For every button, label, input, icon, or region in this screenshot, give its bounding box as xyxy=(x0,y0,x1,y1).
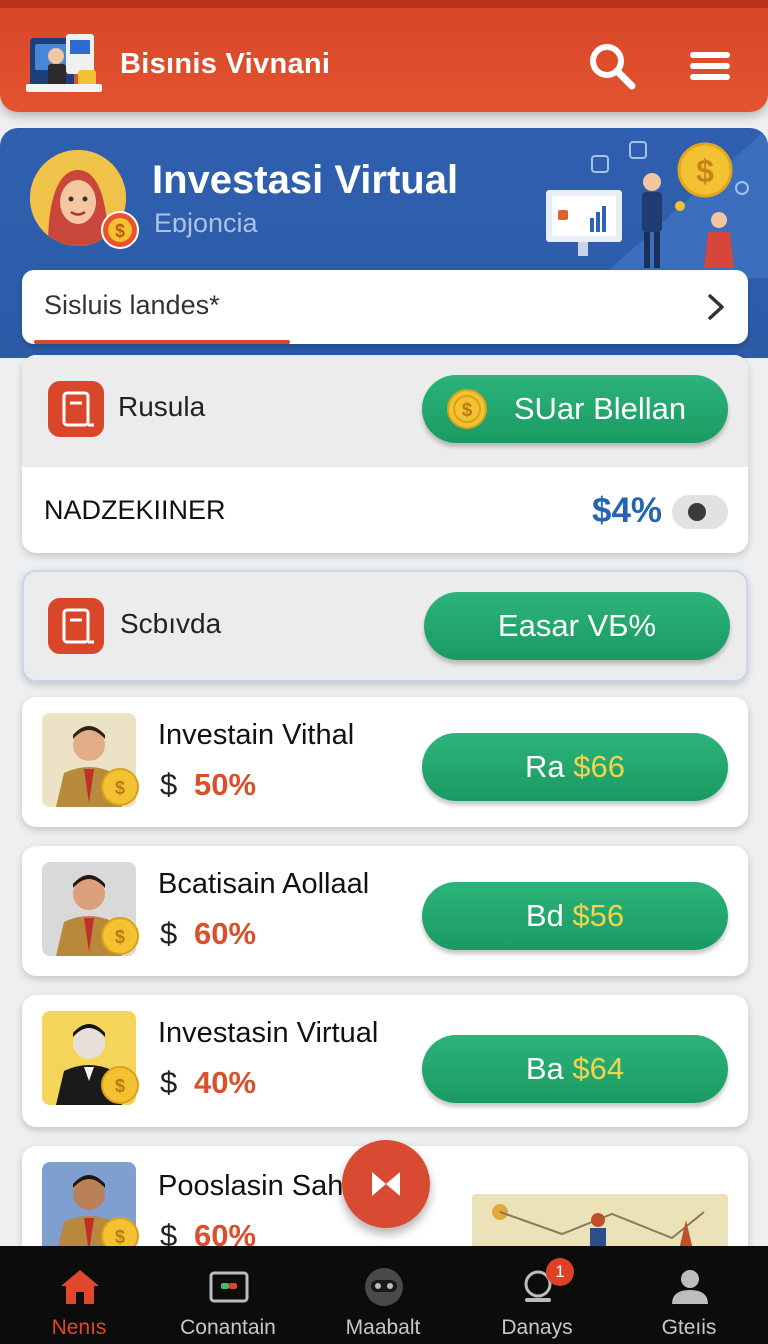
map-illustration-icon xyxy=(472,1194,728,1254)
svg-text:$: $ xyxy=(115,778,125,798)
currency-symbol: $ xyxy=(160,767,178,802)
buy-button[interactable]: Ra $66 xyxy=(422,733,728,801)
fast-forward-icon xyxy=(372,1172,400,1196)
bottom-navigation: Nenıs Conantain Maabalt 1 Danays Gteıis xyxy=(0,1246,768,1344)
setting-row-value: $4% xyxy=(592,491,663,530)
investment-illustration-icon: $ xyxy=(546,128,768,278)
buy-button-prefix: Ra xyxy=(525,749,565,784)
svg-text:$: $ xyxy=(115,1227,125,1247)
app-logo-icon xyxy=(26,34,102,92)
category-selector[interactable]: Sisluis landes* xyxy=(22,270,748,344)
selector-underline xyxy=(34,340,290,344)
nav-robot[interactable]: Maabalt xyxy=(308,1246,458,1344)
card-title: Rusula xyxy=(118,391,206,422)
investment-name: Pooslasin Sahl xyxy=(158,1170,350,1202)
buy-button[interactable]: Ba $64 xyxy=(422,1035,728,1103)
svg-text:$: $ xyxy=(115,1076,125,1096)
svg-text:$: $ xyxy=(462,400,473,421)
profile-icon xyxy=(672,1270,708,1304)
buy-button[interactable]: Bd $56 xyxy=(422,882,728,950)
nav-profile[interactable]: Gteıis xyxy=(614,1246,764,1344)
nav-label: Nenıs xyxy=(51,1316,107,1339)
buy-button-prefix: Bd xyxy=(525,898,564,933)
return-percent: 40% xyxy=(194,1065,257,1100)
nav-notifications[interactable]: 1 Danays xyxy=(462,1246,612,1344)
hamburger-menu-icon[interactable] xyxy=(684,40,736,92)
return-percent: 50% xyxy=(194,767,257,802)
notification-badge: 1 xyxy=(546,1258,574,1286)
card-title: Scbıvda xyxy=(120,608,222,639)
svg-text:$: $ xyxy=(115,927,125,947)
investment-card: $ Investain Vithal $ 50% Ra $66 xyxy=(22,697,748,827)
app-header: Bisınis Vivnani xyxy=(0,0,768,112)
setting-row-label: NADZEKIINER xyxy=(44,495,226,525)
book-icon xyxy=(48,381,104,437)
toggle-knob xyxy=(688,503,706,521)
buy-button-amount: $66 xyxy=(573,749,625,784)
nav-label: Maabalt xyxy=(345,1316,421,1339)
investment-card: $ Bcatisain Aollaal $ 60% Bd $56 xyxy=(22,846,748,976)
hero-title: Investasi Virtual xyxy=(152,158,459,202)
setting-toggle[interactable] xyxy=(672,495,728,529)
search-icon[interactable] xyxy=(586,40,638,92)
investment-card: $ Investasin Virtual $ 40% Ba $64 xyxy=(22,995,748,1127)
home-icon xyxy=(61,1270,99,1304)
nav-label: Danays xyxy=(501,1316,573,1339)
nav-label: Gteıis xyxy=(661,1316,717,1339)
svg-text:$: $ xyxy=(115,221,125,241)
hero-subtitle: Eɒjoncia xyxy=(154,208,258,238)
buy-button-amount: $64 xyxy=(572,1051,625,1086)
currency-symbol: $ xyxy=(160,916,178,951)
category-card-rusula: Rusula $ SUar Blellan NADZEKIINER $4% xyxy=(22,355,748,553)
gold-coin-icon: $ xyxy=(447,389,487,429)
quick-action-button[interactable] xyxy=(342,1140,430,1228)
investment-name: Bcatisain Aollaal xyxy=(158,868,370,900)
category-card-scbivda: Scbıvda Easar VБ% xyxy=(22,570,748,682)
gold-coin-icon: $ xyxy=(101,917,139,955)
start-button[interactable]: $ SUar Blellan xyxy=(422,375,728,443)
buy-button-amount: $56 xyxy=(572,898,625,933)
app-title: Bisınis Vivnani xyxy=(120,48,331,80)
gold-coin-icon: $ xyxy=(101,1066,139,1104)
currency-symbol: $ xyxy=(160,1065,178,1100)
invest-button[interactable]: Easar VБ% xyxy=(424,592,730,660)
nav-wallet[interactable]: Conantain xyxy=(153,1246,303,1344)
nav-home[interactable]: Nenıs xyxy=(4,1246,154,1344)
dollar-coin-icon: $ xyxy=(101,211,139,249)
wallet-icon xyxy=(209,1271,249,1303)
gold-coin-icon: $ xyxy=(101,768,139,806)
book-icon xyxy=(48,598,104,654)
investment-name: Investasin Virtual xyxy=(158,1017,379,1049)
chevron-right-icon xyxy=(708,294,724,320)
invest-button-label: Easar VБ% xyxy=(497,608,657,643)
nav-label: Conantain xyxy=(180,1316,276,1339)
investment-name: Investain Vithal xyxy=(158,719,355,751)
buy-button-prefix: Ba xyxy=(525,1051,564,1086)
start-button-label: SUar Blellan xyxy=(513,391,687,426)
svg-text:$: $ xyxy=(696,153,714,189)
selector-label: Sisluis landes* xyxy=(44,290,220,320)
robot-icon xyxy=(365,1268,403,1306)
return-percent: 60% xyxy=(194,916,257,951)
